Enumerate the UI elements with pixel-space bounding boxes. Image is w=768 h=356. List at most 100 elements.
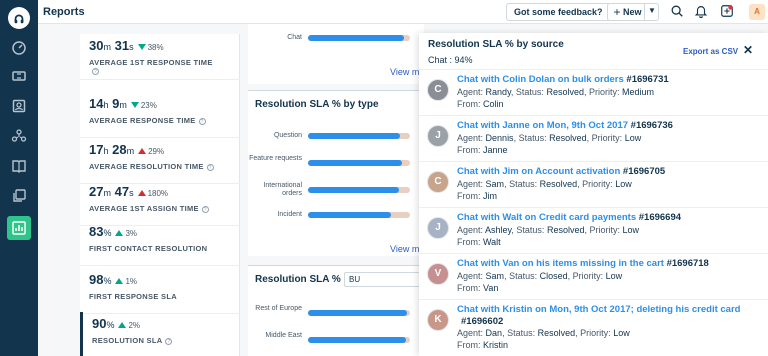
ticket-number: #1696602	[461, 316, 504, 327]
bu-select[interactable]: BU	[344, 272, 424, 287]
bar-label: International orders	[263, 182, 302, 197]
groups-icon[interactable]	[9, 126, 29, 146]
trend-down-icon	[130, 102, 139, 108]
trend-up-icon	[115, 278, 124, 284]
source-chart-card: Chat View m	[248, 24, 424, 84]
knowledge-base-icon[interactable]	[9, 156, 29, 176]
ticket-subject-link[interactable]: Chat with Van on his items missing in th…	[457, 258, 709, 269]
metric-card[interactable]: 83% 3% FIRST CONTACT RESOLUTION	[80, 220, 240, 266]
metric-label: AVERAGE RESOLUTION TIME?	[89, 162, 214, 171]
ticket-meta: Agent: Randy, Status: Resolved, Priority…	[457, 87, 655, 97]
chevron-down-icon[interactable]: ▼	[648, 6, 656, 15]
bar-fill	[308, 310, 407, 316]
ticket-from: From: Walt	[457, 237, 501, 247]
search-icon[interactable]	[670, 4, 686, 20]
ticket-from: From: Kristin	[457, 340, 509, 350]
metric-card[interactable]: 14h 9m 23% AVERAGE RESPONSE TIME?	[80, 92, 240, 138]
metric-value: 17h 28m 29%	[89, 142, 165, 157]
avatar: C	[427, 79, 449, 101]
metric-label: FIRST RESPONSE SLA	[89, 292, 177, 301]
metric-value: 14h 9m 23%	[89, 96, 157, 111]
panel-title: Resolution SLA % by source	[428, 39, 564, 50]
new-button[interactable]: + New ▼	[607, 3, 659, 21]
type-chart-card: Resolution SLA % by type Question Featur…	[248, 90, 424, 256]
metric-change: 1%	[125, 277, 138, 286]
card-title: Resolution SLA % by type	[255, 99, 379, 110]
metric-label: AVERAGE RESPONSE TIME?	[89, 116, 206, 125]
ticket-row[interactable]: V Chat with Van on his items missing in …	[419, 253, 768, 299]
avatar: V	[427, 263, 449, 285]
bar-label: Rest of Europe	[255, 305, 302, 312]
info-icon[interactable]: ?	[206, 164, 214, 171]
info-icon[interactable]: ?	[201, 206, 209, 213]
ticket-subject-link[interactable]: Chat with Jim on Account activation #169…	[457, 166, 665, 177]
metric-value: 98% 1%	[89, 272, 138, 287]
ticket-meta: Agent: Ashley, Status: Resolved, Priorit…	[457, 225, 640, 235]
trend-up-icon	[118, 322, 127, 328]
ticket-number: #1696718	[666, 258, 709, 269]
metric-change: 38%	[147, 43, 164, 52]
ticket-row[interactable]: C Chat with Jim on Account activation #1…	[419, 161, 768, 207]
metric-card[interactable]: 30m 31s 38% AVERAGE 1ST RESPONSE TIME ?	[80, 34, 240, 80]
info-icon[interactable]: ?	[92, 68, 99, 75]
bar-track	[308, 35, 410, 41]
metric-change: 180%	[147, 189, 169, 198]
bar-label: Question	[273, 132, 302, 139]
trend-up-icon	[137, 190, 146, 196]
ticket-subject-link[interactable]: Chat with Janne on Mon, 9th Oct 2017 #16…	[457, 120, 673, 131]
apps-icon[interactable]	[720, 4, 736, 20]
card-title: Resolution SLA % by	[255, 274, 356, 285]
feedback-button[interactable]: Got some feedback?	[506, 3, 611, 21]
metric-label: AVERAGE 1ST ASSIGN TIME?	[89, 204, 209, 213]
metric-card[interactable]: 98% 1% FIRST RESPONSE SLA	[80, 268, 240, 314]
ticket-row[interactable]: J Chat with Walt on Credit card payments…	[419, 207, 768, 253]
metric-label: FIRST CONTACT RESOLUTION	[89, 244, 208, 253]
copy-icon[interactable]	[9, 186, 29, 206]
bar-track	[308, 212, 410, 218]
view-more-link[interactable]: View m	[390, 244, 419, 254]
metrics-column: 30m 31s 38% AVERAGE 1ST RESPONSE TIME ? 1…	[80, 34, 240, 356]
ticket-row[interactable]: J Chat with Janne on Mon, 9th Oct 2017 #…	[419, 115, 768, 161]
metric-card-selected[interactable]: 90% 2% RESOLUTION SLA?	[80, 312, 240, 356]
metric-change: 2%	[128, 321, 141, 330]
bar-label: Chat	[287, 34, 302, 41]
bell-icon[interactable]	[694, 4, 710, 20]
metric-change: 29%	[148, 147, 165, 156]
logo-icon[interactable]	[8, 7, 30, 29]
bar-label: Middle East	[265, 332, 302, 339]
bu-chart-card: Resolution SLA % by BU Rest of Europe Mi…	[248, 265, 424, 356]
export-csv-link[interactable]: Export as CSV	[683, 47, 738, 56]
avatar: C	[427, 171, 449, 193]
ticket-row[interactable]: C Chat with Colin Dolan on bulk orders #…	[419, 69, 768, 115]
contacts-icon[interactable]	[9, 96, 29, 116]
ticket-row[interactable]: K Chat with Kristin on Mon, 9th Oct 2017…	[419, 299, 768, 354]
bar-track	[308, 187, 410, 193]
ticket-meta: Agent: Sam, Status: Resolved, Priority: …	[457, 179, 632, 189]
ticket-from: From: Van	[457, 283, 499, 293]
bar-fill	[308, 187, 399, 193]
ticket-subject-link[interactable]: Chat with Colin Dolan on bulk orders #16…	[457, 74, 669, 85]
user-avatar[interactable]: A	[749, 4, 765, 20]
tickets-icon[interactable]	[9, 66, 29, 86]
view-more-link[interactable]: View m	[390, 67, 419, 77]
metric-label: AVERAGE 1ST RESPONSE TIME	[89, 58, 213, 67]
ticket-subject-link[interactable]: Chat with Walt on Credit card payments #…	[457, 212, 681, 223]
ticket-from: From: Colin	[457, 99, 504, 109]
avatar: J	[427, 125, 449, 147]
plus-icon: +	[613, 5, 621, 19]
trend-up-icon	[138, 148, 147, 154]
avatar: K	[427, 309, 449, 331]
info-icon[interactable]: ?	[165, 338, 173, 345]
metric-card[interactable]: 17h 28m 29% AVERAGE RESOLUTION TIME?	[80, 138, 240, 184]
dashboard-icon[interactable]	[9, 38, 29, 58]
close-icon[interactable]: ✕	[743, 43, 753, 57]
divider	[644, 4, 645, 20]
detail-panel: Resolution SLA % by source Chat : 94% Ex…	[419, 33, 768, 356]
info-icon[interactable]: ?	[198, 118, 206, 125]
reports-icon[interactable]	[7, 216, 31, 240]
bar-fill	[308, 212, 391, 218]
ticket-subject-link[interactable]: Chat with Kristin on Mon, 9th Oct 2017; …	[457, 304, 740, 315]
avatar: J	[427, 217, 449, 239]
bar-label: Feature requests	[249, 155, 302, 162]
bar-track	[308, 310, 410, 316]
